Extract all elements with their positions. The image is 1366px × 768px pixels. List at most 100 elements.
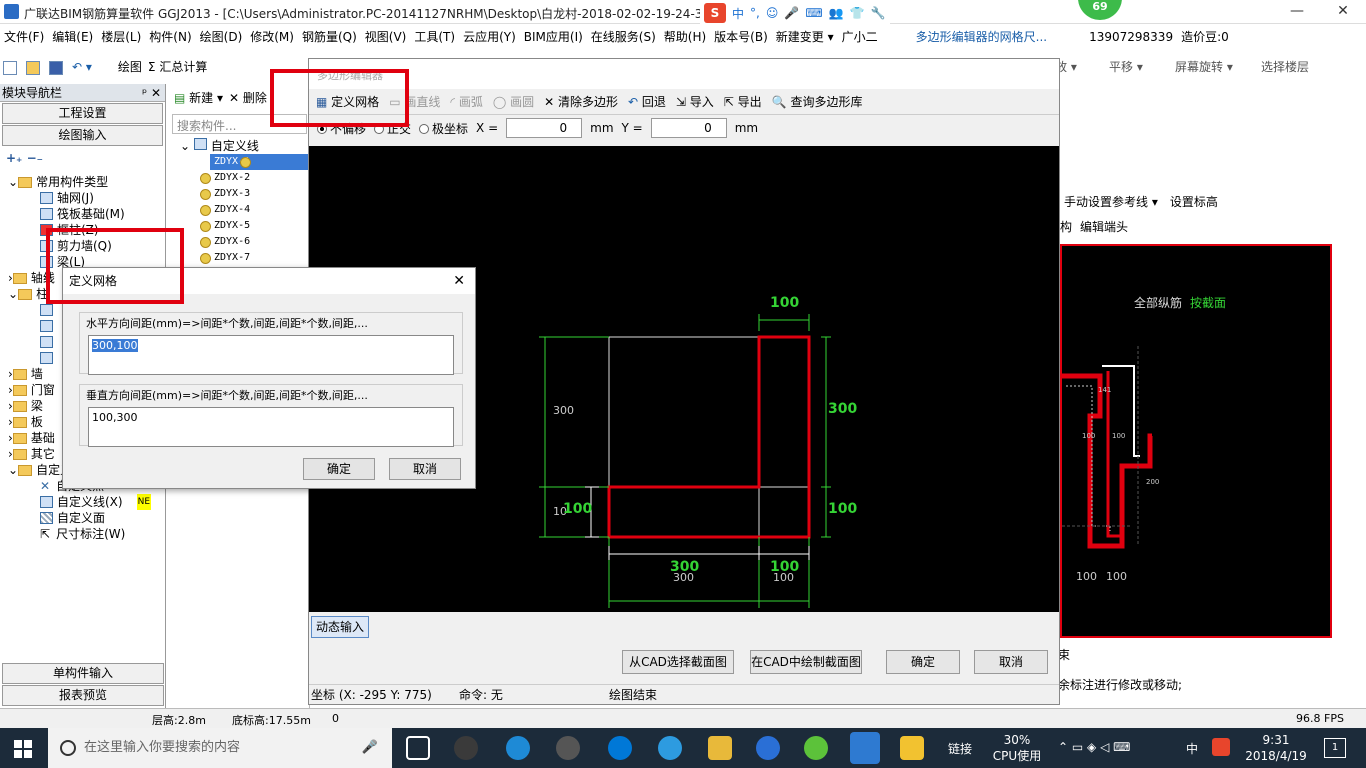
tree-common-types[interactable]: ⌄ 常用构件类型 [8, 174, 151, 190]
edge-browser-icon[interactable] [608, 736, 632, 760]
editor-cancel-button[interactable]: 取消 [974, 650, 1048, 674]
ime-voice-icon[interactable]: 🎤 [784, 6, 799, 20]
tree-shear-wall[interactable]: 剪力墙(Q) [8, 238, 151, 254]
menu-bim[interactable]: BIM应用(I) [520, 26, 587, 48]
no-offset-radio[interactable]: 不偏移 [317, 120, 366, 137]
editor-ok-button[interactable]: 确定 [886, 650, 960, 674]
rotate-screen-button[interactable]: 屏幕旋转 ▾ [1172, 54, 1236, 80]
tree-custom-line[interactable]: 自定义线(X) NE [8, 494, 152, 510]
menu-rebar[interactable]: 钢筋量(Q) [298, 26, 361, 48]
active-app-icon[interactable] [850, 732, 880, 764]
single-component-input-button[interactable]: 单构件输入 [2, 663, 164, 684]
cpu-usage[interactable]: 30% CPU使用 [992, 732, 1042, 764]
glodon-app-icon[interactable] [756, 736, 780, 760]
component-search-input[interactable]: 搜索构件... [172, 114, 307, 134]
file-explorer-icon[interactable] [708, 736, 732, 760]
clear-polygon-button[interactable]: ✕ 清除多边形 [541, 93, 621, 110]
rebar-section-view[interactable]: 全部纵筋 按截面 141 100 100 200 100 100 [1060, 244, 1332, 638]
task-view-icon[interactable] [406, 736, 430, 760]
orthogonal-radio[interactable]: 正交 [374, 120, 411, 137]
green-app-icon[interactable] [804, 736, 828, 760]
ime-chinese-toggle[interactable]: 中 [732, 5, 744, 22]
menu-new-change[interactable]: 新建变更 ▾ [772, 26, 838, 48]
menu-help[interactable]: 帮助(H) [660, 26, 710, 48]
set-elevation-button[interactable]: 设置标高 [1170, 193, 1218, 210]
tree-axis-grid[interactable]: 轴网(J) [8, 190, 151, 206]
menu-view[interactable]: 视图(V) [361, 26, 411, 48]
menu-online[interactable]: 在线服务(S) [587, 26, 660, 48]
select-from-cad-button[interactable]: 从CAD选择截面图 [622, 650, 734, 674]
fan-app-icon[interactable] [454, 736, 478, 760]
query-polygon-library-button[interactable]: 🔍 查询多边形库 [769, 93, 866, 110]
price-beans[interactable]: 造价豆:0 [1177, 26, 1233, 48]
struct-tab[interactable]: 构 [1060, 218, 1072, 235]
start-button[interactable] [14, 740, 32, 758]
ime-toolbar[interactable]: S 中 °, ☺ 🎤 ⌨ 👥 👕 🔧 [700, 2, 890, 24]
component-item[interactable]: ZDYX-3 [170, 186, 309, 202]
draw-button[interactable]: 绘图 [115, 54, 145, 80]
vertical-spacing-input[interactable]: 100,300 [88, 407, 454, 447]
ime-users-icon[interactable]: 👥 [829, 6, 844, 20]
tree-frame-column[interactable]: 框柱(Z) [8, 222, 151, 238]
dynamic-input-toggle[interactable]: 动态输入 [311, 616, 369, 638]
new-file-icon[interactable] [0, 54, 23, 80]
sogou-ime-icon[interactable]: S [704, 3, 726, 23]
microphone-icon[interactable]: 🎤 [362, 728, 378, 768]
menu-file[interactable]: 文件(F) [0, 26, 48, 48]
define-grid-close-button[interactable]: ✕ [453, 268, 465, 294]
ime-emoji-icon[interactable]: ☺ [766, 6, 779, 20]
menu-tools[interactable]: 工具(T) [410, 26, 459, 48]
project-settings-button[interactable]: 工程设置 [2, 103, 163, 124]
select-floor-button[interactable]: 选择楼层 [1258, 54, 1312, 80]
sogou-tray-icon[interactable] [1212, 738, 1230, 756]
menu-modify[interactable]: 修改(M) [246, 26, 298, 48]
ie-browser-2-icon[interactable] [658, 736, 682, 760]
menu-version[interactable]: 版本号(B) [710, 26, 772, 48]
draw-in-cad-button[interactable]: 在CAD中绘制截面图 [750, 650, 862, 674]
draw-input-button[interactable]: 绘图输入 [2, 125, 163, 146]
define-grid-ok-button[interactable]: 确定 [303, 458, 375, 480]
report-preview-button[interactable]: 报表预览 [2, 685, 164, 706]
import-button[interactable]: ⇲ 导入 [673, 93, 717, 110]
ime-settings-icon[interactable]: 🔧 [871, 6, 886, 20]
y-input[interactable]: 0 [650, 118, 727, 138]
menu-floor[interactable]: 楼层(L) [97, 26, 145, 48]
draw-circle-button[interactable]: ◯ 画圆 [490, 93, 537, 110]
define-grid-button[interactable]: ▦ 定义网格 [313, 93, 382, 110]
tree-raft-foundation[interactable]: 筏板基础(M) [8, 206, 151, 222]
new-component-button[interactable]: ▤ 新建 ▾ [174, 89, 223, 106]
menu-edit[interactable]: 编辑(E) [48, 26, 97, 48]
save-icon[interactable] [46, 54, 69, 80]
ime-skin-icon[interactable]: 👕 [850, 6, 865, 20]
ime-punct-toggle[interactable]: °, [750, 6, 760, 20]
horizontal-spacing-input[interactable]: 300,100 [88, 335, 454, 375]
menu-component[interactable]: 构件(N) [145, 26, 195, 48]
tree-root-custom-line[interactable]: ⌄ 自定义线 [170, 138, 309, 154]
edit-end-button[interactable]: 编辑端头 [1080, 218, 1128, 235]
tree-dimension[interactable]: ⇱ 尺寸标注(W) [8, 526, 151, 542]
component-item[interactable]: ZDYX-5 [170, 218, 309, 234]
component-item[interactable]: ZDYX-2 [170, 170, 309, 186]
manual-reference-line-button[interactable]: 手动设置参考线 ▾ [1064, 193, 1158, 210]
ie-browser-icon[interactable] [506, 736, 530, 760]
define-grid-cancel-button[interactable]: 取消 [389, 458, 461, 480]
menu-draw[interactable]: 绘图(D) [196, 26, 247, 48]
taskbar-search-input[interactable]: 在这里输入你要搜索的内容 🎤 [48, 728, 392, 768]
x-input[interactable]: 0 [506, 118, 583, 138]
pan-button[interactable]: 平移 ▾ [1106, 54, 1146, 80]
sum-calc-button[interactable]: Σ 汇总计算 [145, 54, 210, 80]
component-item[interactable]: ZDYX-6 [170, 234, 309, 250]
notification-badge[interactable]: 69 [1078, 0, 1122, 20]
component-item[interactable]: ZDYX-4 [170, 202, 309, 218]
pin-close-icon[interactable]: ᵖ ✕ [142, 84, 161, 102]
draw-line-button[interactable]: ▭ 画直线 [386, 93, 443, 110]
export-button[interactable]: ⇱ 导出 [721, 93, 765, 110]
open-file-icon[interactable] [23, 54, 46, 80]
input-language[interactable]: 中 [1186, 740, 1198, 757]
link-label[interactable]: 链接 [948, 740, 972, 757]
notes-app-icon[interactable] [900, 736, 924, 760]
draw-arc-button[interactable]: ◜ 画弧 [447, 93, 485, 110]
tree-custom-face[interactable]: 自定义面 [8, 510, 151, 526]
ime-keyboard-icon[interactable]: ⌨ [805, 6, 822, 20]
menu-assistant[interactable]: 广小二 [838, 26, 882, 48]
